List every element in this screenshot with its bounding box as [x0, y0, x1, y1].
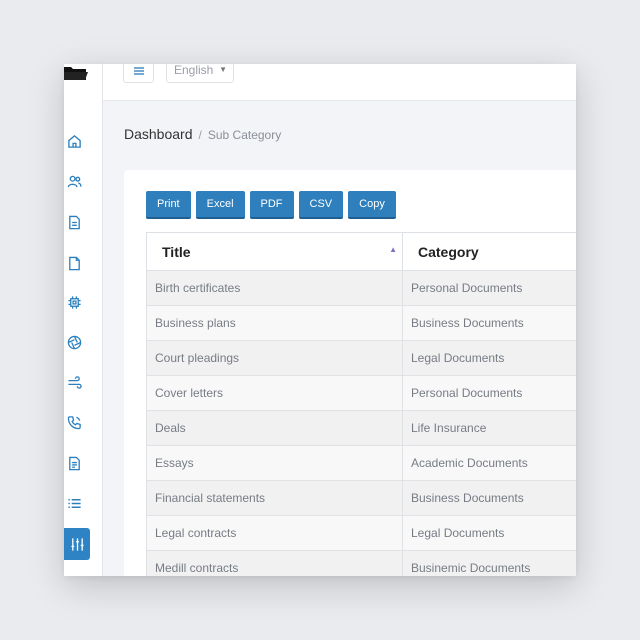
cell-category: Business Documents: [402, 305, 576, 341]
csv-button[interactable]: CSV: [298, 191, 344, 219]
content-card: Print Excel PDF CSV Copy Title ▲ Categor…: [124, 170, 576, 576]
top-bar: English ▼: [103, 64, 576, 101]
table-row[interactable]: Essays Academic Documents: [146, 445, 576, 481]
folder-logo-icon: [64, 64, 88, 82]
cell-title: Birth certificates: [146, 270, 403, 306]
table-row[interactable]: Legal contracts Legal Documents: [146, 515, 576, 551]
cell-category: Academic Documents: [402, 445, 576, 481]
language-select[interactable]: English ▼: [166, 64, 234, 83]
cell-title: Business plans: [146, 305, 403, 341]
language-value: English: [174, 64, 214, 77]
breadcrumb-separator: /: [198, 128, 202, 142]
breadcrumb-current: Sub Category: [207, 128, 282, 142]
breadcrumb: Dashboard / Sub Category: [124, 126, 281, 142]
cell-category: Life Insurance: [402, 410, 576, 446]
table-header-row: Title ▲ Category: [146, 232, 576, 271]
report-icon[interactable]: [64, 453, 84, 473]
column-header-category-label: Category: [418, 243, 479, 260]
cell-title: Medill contracts: [146, 550, 403, 576]
export-toolbar: Print Excel PDF CSV Copy: [146, 191, 396, 219]
hamburger-menu-button[interactable]: [123, 64, 154, 83]
app-window: English ▼ Dashboard / Sub Category Print…: [64, 64, 576, 576]
table-row[interactable]: Business plans Business Documents: [146, 305, 576, 341]
file-icon[interactable]: [64, 253, 84, 273]
cell-category: Business Documents: [402, 480, 576, 516]
column-header-category[interactable]: Category: [402, 232, 576, 271]
sort-ascending-icon[interactable]: ▲: [389, 245, 397, 254]
cell-title: Financial statements: [146, 480, 403, 516]
print-button[interactable]: Print: [146, 191, 191, 219]
table-row[interactable]: Court pleadings Legal Documents: [146, 340, 576, 376]
cell-category: Legal Documents: [402, 340, 576, 376]
table-row[interactable]: Financial statements Business Documents: [146, 480, 576, 516]
cell-title: Essays: [146, 445, 403, 481]
column-header-title-label: Title: [162, 243, 191, 260]
table-row[interactable]: Medill contracts Businemic Documents: [146, 550, 576, 576]
cell-title: Court pleadings: [146, 340, 403, 376]
wind-icon[interactable]: [64, 372, 84, 392]
sidebar: [64, 64, 103, 576]
breadcrumb-dashboard[interactable]: Dashboard: [124, 126, 193, 142]
excel-button[interactable]: Excel: [195, 191, 245, 219]
column-header-title[interactable]: Title ▲: [146, 232, 403, 271]
cell-title: Cover letters: [146, 375, 403, 411]
pdf-button[interactable]: PDF: [249, 191, 294, 219]
chevron-down-icon: ▼: [219, 65, 227, 74]
users-icon[interactable]: [64, 171, 84, 191]
document-icon[interactable]: [64, 212, 84, 232]
aperture-icon[interactable]: [64, 332, 84, 352]
home-icon[interactable]: [64, 131, 84, 151]
sliders-icon[interactable]: [64, 528, 90, 560]
table-row[interactable]: Deals Life Insurance: [146, 410, 576, 446]
cell-title: Legal contracts: [146, 515, 403, 551]
phone-icon[interactable]: [64, 412, 84, 432]
cell-category: Legal Documents: [402, 515, 576, 551]
cell-category: Businemic Documents: [402, 550, 576, 576]
sub-category-table: Title ▲ Category Birth certificates Perso…: [146, 232, 576, 576]
cell-category: Personal Documents: [402, 270, 576, 306]
hamburger-icon: [133, 66, 144, 75]
cell-category: Personal Documents: [402, 375, 576, 411]
table-row[interactable]: Birth certificates Personal Documents: [146, 270, 576, 306]
copy-button[interactable]: Copy: [348, 191, 396, 219]
cell-title: Deals: [146, 410, 403, 446]
list-icon[interactable]: [64, 493, 84, 513]
table-row[interactable]: Cover letters Personal Documents: [146, 375, 576, 411]
chip-icon[interactable]: [64, 292, 84, 312]
